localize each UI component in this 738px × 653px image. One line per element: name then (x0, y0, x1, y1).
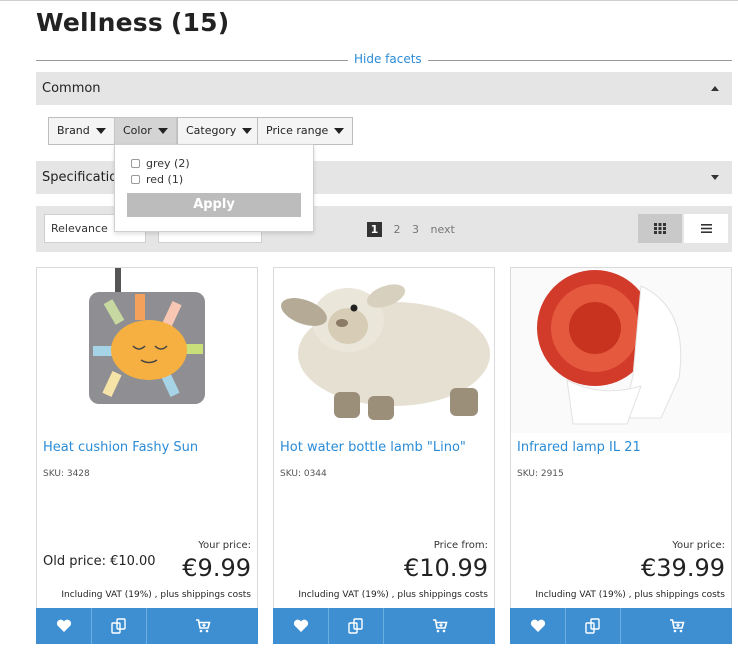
product-sku: SKU: 0344 (280, 469, 327, 479)
facet-group-common[interactable]: Common (36, 72, 732, 105)
price-range-filter-button[interactable]: Price range (257, 117, 354, 145)
brand-filter-button[interactable]: Brand (48, 117, 115, 145)
cart-icon (669, 619, 685, 633)
grid-view-button[interactable] (638, 214, 682, 243)
product-actions (36, 608, 258, 644)
apply-button[interactable]: Apply (127, 193, 301, 217)
product-image[interactable] (37, 268, 257, 433)
add-to-cart-button[interactable] (384, 608, 495, 644)
product-card[interactable]: Infrared lamp IL 21 SKU: 2915 Your price… (510, 267, 732, 644)
hide-facets-link[interactable]: Hide facets (348, 52, 428, 66)
product-actions (273, 608, 495, 644)
page-2-link[interactable]: 2 (394, 223, 401, 236)
product-sku: SKU: 3428 (43, 469, 90, 479)
color-filter-button[interactable]: Color (114, 117, 177, 145)
caret-down-icon (711, 175, 719, 180)
heart-icon (56, 619, 71, 632)
page-title: Wellness (15) (36, 8, 230, 37)
facet-group-label: Common (42, 81, 101, 96)
add-to-wishlist-button[interactable] (273, 608, 329, 644)
product-title[interactable]: Infrared lamp IL 21 (517, 440, 641, 455)
result-count: (15) (170, 8, 230, 37)
cart-icon (432, 619, 448, 633)
heart-icon (293, 619, 308, 632)
price-label: Your price: (672, 540, 725, 551)
page-1-link[interactable]: 1 (367, 222, 382, 237)
compare-icon (585, 618, 600, 634)
product-image[interactable] (274, 268, 494, 433)
product-sku: SKU: 2915 (517, 469, 564, 479)
caret-up-icon (711, 86, 719, 91)
color-option-red[interactable]: red (1) (131, 173, 183, 186)
caret-down-icon (242, 128, 253, 134)
pagination: 1 2 3 next (367, 222, 463, 237)
facet-group-label: Specification (42, 170, 126, 185)
next-page-link[interactable]: next (431, 223, 455, 236)
color-filter-dropdown: grey (2) red (1) Apply (114, 144, 314, 232)
product-actions (510, 608, 732, 644)
add-to-cart-button[interactable] (147, 608, 258, 644)
product-price: €10.99 (404, 554, 488, 582)
product-card[interactable]: Hot water bottle lamb "Lino" SKU: 0344 P… (273, 267, 495, 644)
list-view-icon (700, 224, 712, 233)
caret-down-icon (95, 128, 106, 134)
top-divider (0, 0, 738, 1)
price-label: Your price: (198, 540, 251, 551)
vat-note: Including VAT (19%) , plus shippings cos… (298, 590, 488, 600)
add-to-compare-button[interactable] (92, 608, 147, 644)
caret-down-icon (157, 128, 168, 134)
grid-view-icon (654, 223, 666, 234)
add-to-compare-button[interactable] (329, 608, 384, 644)
checkbox[interactable] (131, 175, 140, 184)
heart-icon (530, 619, 545, 632)
product-title[interactable]: Heat cushion Fashy Sun (43, 440, 198, 455)
cart-icon (195, 619, 211, 633)
add-to-cart-button[interactable] (621, 608, 732, 644)
color-option-grey[interactable]: grey (2) (131, 157, 190, 170)
vat-note: Including VAT (19%) , plus shippings cos… (61, 590, 251, 600)
product-title[interactable]: Hot water bottle lamb "Lino" (280, 440, 466, 455)
category-filter-button[interactable]: Category (177, 117, 262, 145)
compare-icon (111, 618, 126, 634)
caret-down-icon (334, 128, 345, 134)
add-to-wishlist-button[interactable] (36, 608, 92, 644)
product-price: €9.99 (182, 554, 251, 582)
product-image[interactable] (511, 268, 731, 433)
add-to-compare-button[interactable] (566, 608, 621, 644)
vat-note: Including VAT (19%) , plus shippings cos… (535, 590, 725, 600)
old-price: Old price: €10.00 (43, 554, 156, 569)
compare-icon (348, 618, 363, 634)
product-card[interactable]: Heat cushion Fashy Sun SKU: 3428 Your pr… (36, 267, 258, 644)
add-to-wishlist-button[interactable] (510, 608, 566, 644)
page-3-link[interactable]: 3 (412, 223, 419, 236)
price-label: Price from: (433, 540, 488, 551)
product-price: €39.99 (641, 554, 725, 582)
list-view-button[interactable] (684, 214, 728, 243)
checkbox[interactable] (131, 159, 140, 168)
